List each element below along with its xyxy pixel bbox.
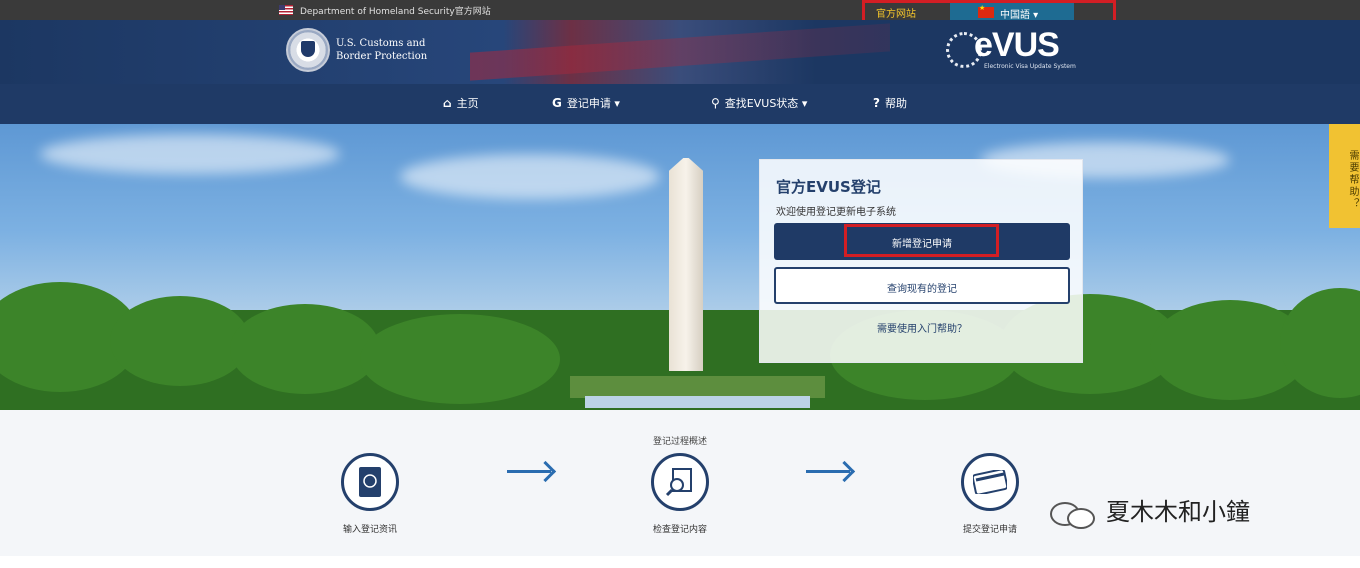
china-flag-icon — [978, 4, 994, 18]
top-utility-bar: Department of Homeland Security官方网站 官方网站… — [0, 0, 1360, 31]
chevron-down-icon: ▾ — [614, 97, 620, 110]
enroll-icon: G — [552, 96, 562, 110]
existing-enrollment-button[interactable]: 查询现有的登记 — [774, 267, 1070, 304]
passport-icon — [341, 453, 399, 511]
agency-line-2: Border Protection — [336, 51, 428, 62]
arrow-right-icon — [507, 470, 551, 473]
steps-heading: 登记过程概述 — [652, 437, 707, 447]
welcome-text: 欢迎使用登记更新电子系统 — [776, 207, 896, 218]
evus-wordmark: eVUS — [974, 26, 1060, 64]
watermark-text: 夏木木和小鐘 — [1106, 498, 1250, 526]
site-header: U.S. Customs and Border Protection eVUS … — [0, 20, 1360, 84]
dhs-link[interactable]: Department of Homeland Security官方网站 — [300, 4, 491, 17]
new-enrollment-button[interactable]: 新增登记申请 — [774, 223, 1070, 260]
washington-monument — [669, 158, 703, 371]
nav-home[interactable]: ⌂ 主页 — [443, 95, 479, 111]
cbp-logo-text[interactable]: U.S. Customs and Border Protection — [336, 37, 427, 63]
panel-title: 官方EVUS登记 — [776, 178, 881, 196]
step-label-review: 检查登记内容 — [652, 525, 707, 535]
main-nav: ⌂ 主页 G 登记申请 ▾ ⚲ 查找EVUS状态 ▾ ? 帮助 — [0, 84, 1360, 124]
evus-subtitle: Electronic Visa Update System — [984, 63, 1076, 70]
step-label-submit: 提交登记申请 — [962, 525, 1017, 535]
us-flag-icon — [279, 5, 293, 15]
watermark: 夏木木和小鐘 — [1050, 492, 1250, 529]
nav-check-status[interactable]: ⚲ 查找EVUS状态 ▾ — [711, 95, 807, 111]
nav-enroll[interactable]: G 登记申请 ▾ — [552, 95, 620, 111]
credit-card-icon — [961, 453, 1019, 511]
official-site-label: 官方网站 — [876, 9, 916, 20]
arrow-right-icon — [806, 470, 850, 473]
step-label-enter: 输入登记资讯 — [342, 525, 397, 535]
wechat-icon — [1050, 500, 1096, 529]
help-side-tab[interactable]: 需要帮助？ — [1329, 124, 1360, 228]
getting-started-link[interactable]: 需要使用入门帮助？ — [760, 320, 1084, 335]
flag-stripe-decoration — [470, 23, 890, 81]
review-icon — [651, 453, 709, 511]
dhs-seal-logo[interactable] — [286, 28, 330, 72]
hero-banner — [0, 124, 1360, 410]
chevron-down-icon: ▾ — [801, 97, 808, 110]
evus-homepage: Department of Homeland Security官方网站 官方网站… — [0, 0, 1360, 568]
question-icon: ? — [873, 96, 880, 110]
reflecting-pool — [585, 396, 810, 408]
nav-help[interactable]: ? 帮助 — [873, 95, 907, 111]
process-steps: 登记过程概述 输入登记资讯 检查登记内容 提交登记申请 — [0, 410, 1360, 556]
enrollment-panel: 官方EVUS登记 欢迎使用登记更新电子系统 新增登记申请 查询现有的登记 需要使… — [759, 159, 1083, 363]
search-icon: ⚲ — [711, 96, 720, 110]
home-icon: ⌂ — [443, 96, 452, 110]
agency-line-1: U.S. Customs and — [336, 38, 426, 49]
